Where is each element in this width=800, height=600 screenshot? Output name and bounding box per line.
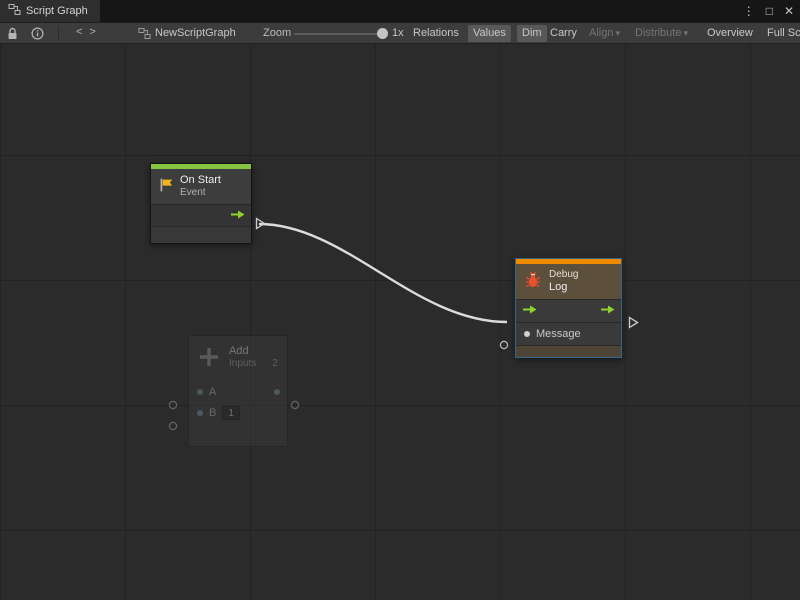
align-dropdown[interactable]: Align▾ bbox=[584, 25, 625, 42]
input-b-label: B bbox=[209, 407, 216, 419]
zoom-slider-thumb[interactable] bbox=[377, 28, 388, 39]
zoom-value: 1x bbox=[392, 27, 404, 39]
node-title: Add bbox=[229, 345, 278, 358]
script-graph-window: Script Graph ⋮ □ ✕ < > bbox=[0, 0, 800, 600]
input-a-label: A bbox=[209, 386, 216, 398]
add-input-a-port[interactable] bbox=[168, 397, 178, 415]
zoom-slider[interactable] bbox=[294, 33, 382, 35]
fullscreen-button[interactable]: Full Screen bbox=[762, 25, 800, 42]
dimmed-node-group: Add Inputs 2 A B 1 bbox=[0, 44, 800, 600]
info-icon[interactable] bbox=[31, 27, 44, 43]
lock-icon[interactable] bbox=[7, 27, 18, 43]
graph-toolbar: < > NewScriptGraph Zoom 1x Relations Val… bbox=[0, 22, 800, 44]
menu-icon[interactable]: ⋮ bbox=[743, 4, 755, 18]
node-subtitle: Inputs bbox=[229, 358, 256, 370]
chevron-down-icon: ▾ bbox=[683, 28, 688, 38]
input-b-value-field[interactable]: 1 bbox=[222, 406, 240, 420]
carry-toggle[interactable]: Carry bbox=[545, 25, 582, 42]
add-input-b-port[interactable] bbox=[168, 418, 178, 436]
value-port-dot-icon[interactable] bbox=[197, 389, 203, 395]
script-graph-tab-icon bbox=[8, 3, 21, 19]
sum-output-dot-icon[interactable] bbox=[274, 389, 280, 395]
code-view-icon[interactable]: < > bbox=[76, 27, 96, 39]
inputs-count: 2 bbox=[272, 358, 278, 370]
zoom-label: Zoom bbox=[263, 27, 291, 39]
close-icon[interactable]: ✕ bbox=[784, 4, 794, 18]
add-output-port[interactable] bbox=[290, 397, 300, 415]
node-add[interactable]: Add Inputs 2 A B 1 bbox=[188, 335, 288, 447]
title-bar: Script Graph ⋮ □ ✕ bbox=[0, 0, 800, 22]
relations-toggle[interactable]: Relations bbox=[408, 25, 464, 42]
graph-canvas[interactable]: On Start Event bbox=[0, 44, 800, 600]
tab-label: Script Graph bbox=[26, 5, 88, 17]
tab-script-graph[interactable]: Script Graph bbox=[0, 0, 100, 22]
distribute-dropdown[interactable]: Distribute▾ bbox=[630, 25, 693, 42]
window-controls: ⋮ □ ✕ bbox=[743, 0, 794, 22]
add-header: Add Inputs 2 bbox=[189, 336, 287, 381]
graph-asset-icon bbox=[138, 27, 151, 43]
values-toggle[interactable]: Values bbox=[468, 25, 511, 42]
add-input-a-row: A bbox=[189, 381, 287, 402]
maximize-icon[interactable]: □ bbox=[766, 4, 773, 18]
add-input-b-row: B 1 bbox=[189, 402, 287, 423]
dim-toggle[interactable]: Dim bbox=[517, 25, 547, 42]
graph-name-label[interactable]: NewScriptGraph bbox=[155, 27, 236, 39]
plus-icon bbox=[197, 345, 221, 372]
chevron-down-icon: ▾ bbox=[615, 28, 620, 38]
value-port-dot-icon[interactable] bbox=[197, 410, 203, 416]
toolbar-separator bbox=[58, 26, 59, 41]
overview-button[interactable]: Overview bbox=[702, 25, 758, 42]
